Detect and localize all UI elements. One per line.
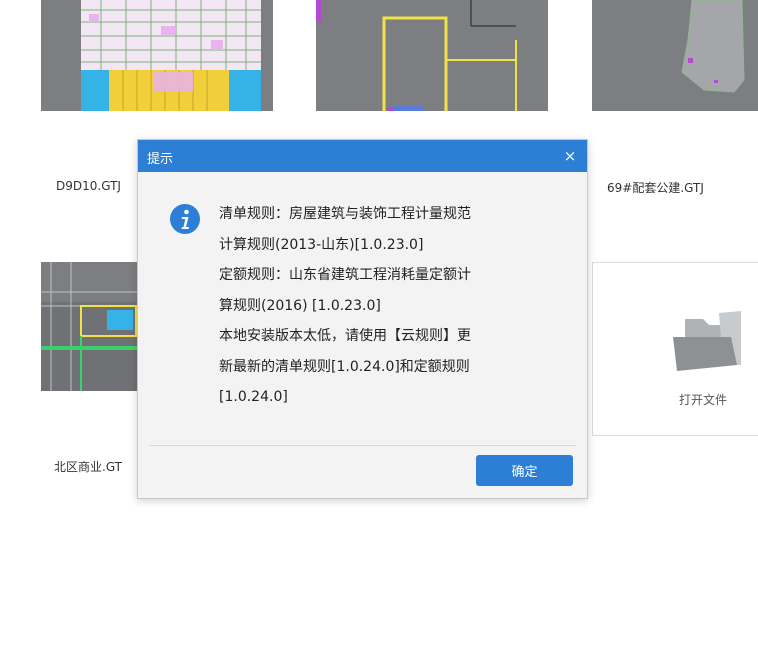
notice-dialog: 提示 × 清单规则：房屋建筑与装饰工程计量规范 计算规则(2013-山东)[1.… <box>137 139 588 499</box>
file-name-label: D9D10.GTJ <box>56 179 121 193</box>
file-name-label: 北区商业.GT <box>54 460 123 474</box>
file-thumbnail-d9d10[interactable] <box>41 0 273 111</box>
ok-button[interactable]: 确定 <box>476 455 573 486</box>
message-line: 清单规则：房屋建筑与装饰工程计量规范 <box>219 206 471 222</box>
message-line: 新最新的清单规则[1.0.24.0]和定额规则 <box>219 358 470 375</box>
floorplan-preview-image <box>592 0 758 111</box>
dialog-titlebar: 提示 × <box>138 140 587 172</box>
open-file-label: 打开文件 <box>679 393 728 407</box>
info-icon <box>170 204 200 234</box>
message-line: [1.0.24.0] <box>219 389 288 405</box>
file-thumbnail-2[interactable] <box>316 0 548 111</box>
open-file-tile[interactable]: 打开文件 <box>592 262 758 436</box>
message-line: 定额规则：山东省建筑工程消耗量定额计 <box>219 267 471 283</box>
dialog-title: 提示 <box>147 152 174 167</box>
file-name-label: 69#配套公建.GTJ <box>607 181 704 195</box>
message-line: 本地安装版本太低，请使用【云规则】更 <box>219 328 471 344</box>
dialog-message: 清单规则：房屋建筑与装饰工程计量规范 计算规则(2013-山东)[1.0.23.… <box>219 199 559 413</box>
floorplan-preview-image <box>316 0 548 111</box>
floorplan-preview-image <box>41 0 273 111</box>
message-line: 算规则(2016) [1.0.23.0] <box>219 297 381 314</box>
folder-icon <box>673 311 741 371</box>
file-thumbnail-beiqu-shangye[interactable] <box>41 262 141 391</box>
dialog-divider <box>149 445 576 446</box>
close-button[interactable]: × <box>561 147 579 165</box>
message-line: 计算规则(2013-山东)[1.0.23.0] <box>219 236 424 253</box>
file-thumbnail-69-peitao[interactable] <box>592 0 758 111</box>
floorplan-preview-image <box>41 262 141 391</box>
